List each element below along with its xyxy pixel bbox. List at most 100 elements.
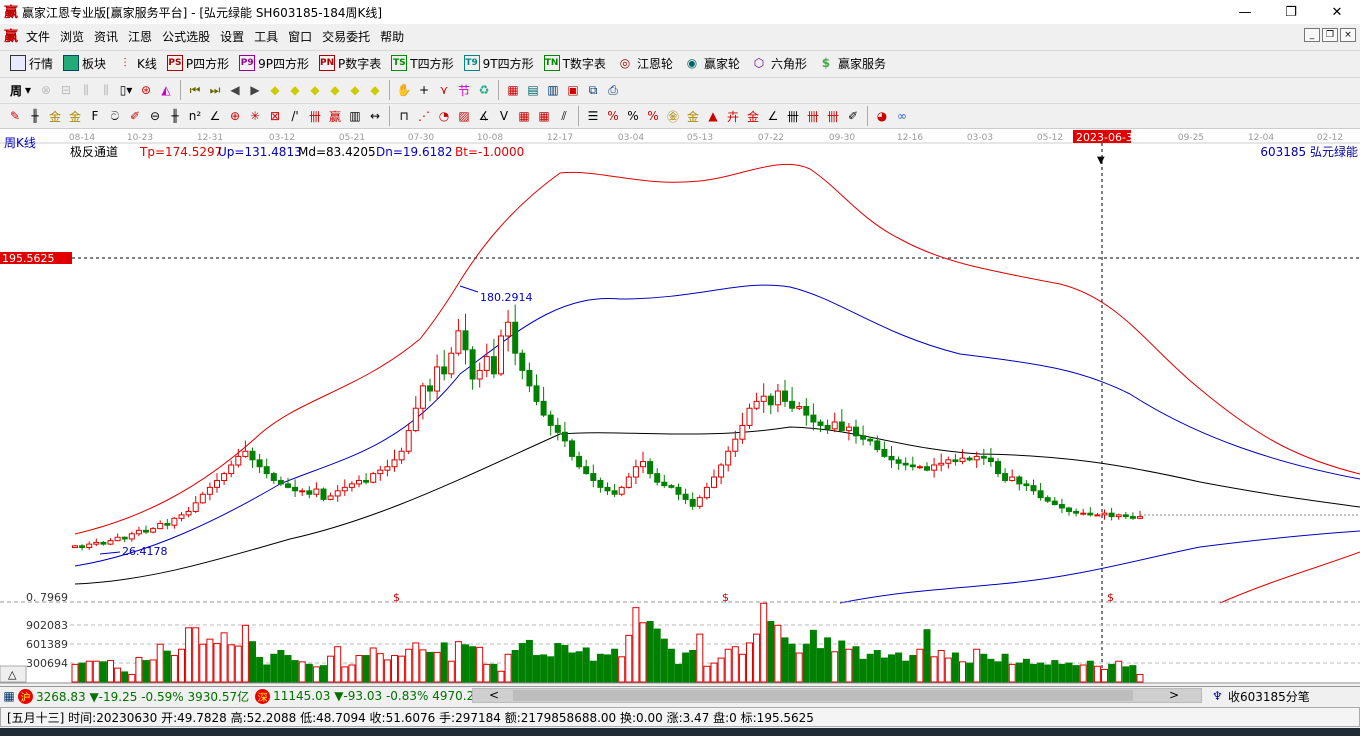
scroll-right-button[interactable]: >: [1169, 688, 1179, 702]
spiral-icon[interactable]: ට: [106, 107, 124, 125]
toolbar-t-square[interactable]: TS T四方形: [387, 52, 457, 74]
angle-fan-icon[interactable]: ∡: [475, 107, 493, 125]
toolbar-gann-wheel[interactable]: ◎ 江恩轮: [612, 52, 677, 74]
sz-index[interactable]: 11145.03 ▼-93.03 -0.83% 4970.20: [273, 689, 482, 703]
toolbar-winner-wheel[interactable]: ◉ 赢家轮: [679, 52, 744, 74]
infinity-icon[interactable]: ∞: [893, 107, 911, 125]
winner-tool-icon[interactable]: 赢: [326, 107, 344, 125]
menu-help[interactable]: 帮助: [376, 28, 410, 45]
fence2-icon[interactable]: 卌: [804, 107, 822, 125]
horizontal-scrollbar[interactable]: < >: [472, 688, 1202, 703]
gold-red-icon[interactable]: 金: [744, 107, 762, 125]
pen-icon[interactable]: ✎: [6, 107, 24, 125]
target-icon[interactable]: ⊕: [226, 107, 244, 125]
menu-news[interactable]: 资讯: [90, 28, 124, 45]
list-icon[interactable]: ☰: [584, 107, 602, 125]
percent-icon[interactable]: %: [624, 107, 642, 125]
menu-gann[interactable]: 江恩: [124, 28, 158, 45]
fence-icon[interactable]: 卌: [784, 107, 802, 125]
tool-icon[interactable]: 卉: [724, 107, 742, 125]
menu-window[interactable]: 窗口: [284, 28, 318, 45]
gold-tool-icon[interactable]: 金: [46, 107, 64, 125]
menu-file[interactable]: 文件: [22, 28, 56, 45]
percent-tool-icon[interactable]: %: [604, 107, 622, 125]
percent-lines-icon[interactable]: %: [644, 107, 662, 125]
parallel-lines-icon[interactable]: ╫: [26, 107, 44, 125]
recycle-icon[interactable]: ♻: [475, 81, 493, 99]
frame-icon[interactable]: ⊓: [395, 107, 413, 125]
gold-lines-icon[interactable]: 金: [684, 107, 702, 125]
save-icon[interactable]: ▣: [564, 81, 582, 99]
calculator-icon[interactable]: ▤: [524, 81, 542, 99]
menu-formula[interactable]: 公式选股: [158, 28, 216, 45]
box-icon[interactable]: ⊠: [266, 107, 284, 125]
gann-tool-icon[interactable]: ⊛: [137, 81, 155, 99]
line-tool-icon[interactable]: ⋎: [435, 81, 453, 99]
grid-icon[interactable]: ▦: [515, 107, 533, 125]
arrow-left-icon[interactable]: ◆: [266, 81, 284, 99]
arrow-right-icon[interactable]: ◆: [286, 81, 304, 99]
notes-icon[interactable]: ▥: [544, 81, 562, 99]
print-icon[interactable]: ⎙: [604, 81, 622, 99]
fib-icon[interactable]: F: [86, 107, 104, 125]
menu-trade[interactable]: 交易委托: [318, 28, 376, 45]
ruler-icon[interactable]: ▥: [346, 107, 364, 125]
toolbar-hexagon[interactable]: ⬡ 六角形: [746, 52, 811, 74]
menu-tools[interactable]: 工具: [250, 28, 284, 45]
fan-icon[interactable]: ⋰: [415, 107, 433, 125]
zoom-in-icon[interactable]: ◆: [346, 81, 364, 99]
next-icon[interactable]: ▶: [246, 81, 264, 99]
measure-icon[interactable]: ↔: [366, 107, 384, 125]
angle-lines-icon[interactable]: ∠: [764, 107, 782, 125]
mdi-minimize-button[interactable]: _: [1304, 28, 1320, 42]
toolbar-sectors[interactable]: 板块: [59, 52, 110, 74]
toolbar-kline[interactable]: ⫶ K线: [112, 52, 161, 74]
grid-tool-icon[interactable]: 卌: [306, 107, 324, 125]
sh-index[interactable]: 3268.83 ▼-19.25 -0.59% 3930.57亿: [36, 688, 249, 705]
restore-button[interactable]: ❐: [1268, 0, 1314, 24]
zoom-out-icon[interactable]: ◆: [366, 81, 384, 99]
cycle-lines-icon[interactable]: ╫: [166, 107, 184, 125]
square-tool-icon[interactable]: n²: [186, 107, 204, 125]
color-tool-icon[interactable]: ◭: [157, 81, 175, 99]
minimize-button[interactable]: —: [1222, 0, 1268, 24]
close-button[interactable]: ✕: [1314, 0, 1360, 24]
toolbar-9t-square[interactable]: T9 9T四方形: [460, 52, 538, 74]
first-icon[interactable]: ⏮: [186, 81, 204, 99]
toolbar-service[interactable]: $ 赢家服务: [813, 52, 890, 74]
arc-icon[interactable]: ◔: [435, 107, 453, 125]
last-icon[interactable]: ⏭: [206, 81, 224, 99]
pen-lines-icon[interactable]: ✐: [844, 107, 862, 125]
circle-tool-icon[interactable]: ⊖: [146, 107, 164, 125]
candle-type-icon[interactable]: ▯▾: [117, 81, 135, 99]
slash-icon[interactable]: /': [286, 107, 304, 125]
chart-area[interactable]: 08-14 10-23 12-31 03-12 05-21 07-30 10-08 12-17…: [0, 128, 1360, 684]
prev-icon[interactable]: ◀: [226, 81, 244, 99]
globe-icon[interactable]: ◕: [873, 107, 891, 125]
channel-icon[interactable]: ⫽: [555, 107, 573, 125]
v-icon[interactable]: V: [495, 107, 513, 125]
shrink-icon[interactable]: ◆: [326, 81, 344, 99]
gold-circle-icon[interactable]: ㊎: [664, 107, 682, 125]
toolbar-p-table[interactable]: PN P数字表: [315, 52, 385, 74]
mdi-restore-button[interactable]: ❐: [1322, 28, 1338, 42]
toolbar-quotes[interactable]: 行情: [6, 52, 57, 74]
angle-tool-icon[interactable]: ∠: [206, 107, 224, 125]
brush-icon[interactable]: ✐: [126, 107, 144, 125]
scroll-thumb[interactable]: [513, 690, 1133, 701]
kline-chart[interactable]: 08-14 10-23 12-31 03-12 05-21 07-30 10-08 12-17…: [0, 129, 1360, 685]
toolbar-p-square[interactable]: PS P四方形: [163, 52, 233, 74]
hand-icon[interactable]: ✋: [395, 81, 413, 99]
ticker-label[interactable]: 收603185分笔: [1228, 688, 1310, 705]
menu-browse[interactable]: 浏览: [56, 28, 90, 45]
calendar-icon[interactable]: ▦: [504, 81, 522, 99]
toolbar-t-table[interactable]: TN T数字表: [540, 52, 610, 74]
table-icon[interactable]: ▦: [0, 687, 18, 705]
expand-icon[interactable]: ◆: [306, 81, 324, 99]
period-selector[interactable]: 周 ▾: [6, 79, 35, 101]
grid2-icon[interactable]: ▦: [535, 107, 553, 125]
network-icon[interactable]: ⧉: [584, 81, 602, 99]
gold-tool2-icon[interactable]: 金: [66, 107, 84, 125]
rocket-icon[interactable]: ▲: [704, 107, 722, 125]
scroll-left-button[interactable]: <: [489, 688, 499, 702]
